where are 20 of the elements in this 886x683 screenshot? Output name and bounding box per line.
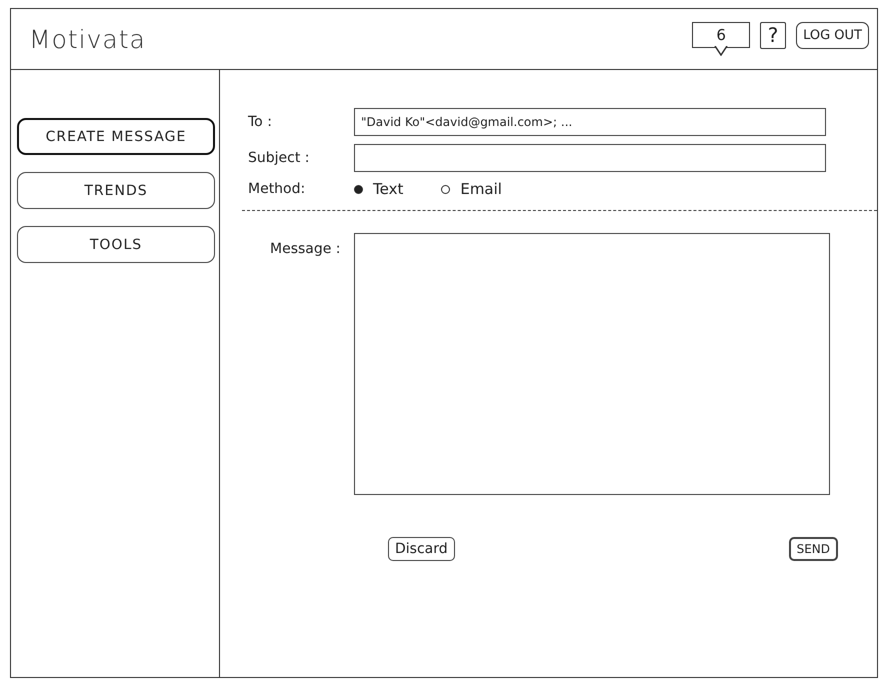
to-field[interactable]: "David Ko"<david@gmail.com>; ... bbox=[354, 108, 826, 136]
radio-button[interactable] bbox=[354, 184, 363, 194]
nav-item[interactable]: TOOLS bbox=[17, 226, 215, 263]
subject-field[interactable] bbox=[354, 144, 826, 172]
subject-label: Subject : bbox=[248, 150, 311, 166]
send-button[interactable]: SEND bbox=[788, 537, 838, 561]
radio-button[interactable] bbox=[441, 184, 450, 194]
discard-button[interactable]: Discard bbox=[388, 537, 455, 561]
nav-item[interactable]: CREATE MESSAGE bbox=[17, 118, 215, 155]
help-button[interactable]: ? bbox=[760, 22, 786, 49]
radio-label[interactable]: Text bbox=[373, 180, 404, 198]
radio-label[interactable]: Email bbox=[460, 180, 502, 198]
speech-tail-icon bbox=[714, 46, 728, 56]
method-label: Method: bbox=[248, 181, 306, 197]
to-label: To : bbox=[248, 114, 273, 130]
nav-item[interactable]: TRENDS bbox=[17, 172, 215, 209]
logout-button[interactable]: LOG OUT bbox=[796, 22, 869, 49]
message-field[interactable] bbox=[354, 233, 830, 495]
message-label: Message : bbox=[269, 240, 342, 257]
app-title: Motivata bbox=[29, 24, 146, 54]
